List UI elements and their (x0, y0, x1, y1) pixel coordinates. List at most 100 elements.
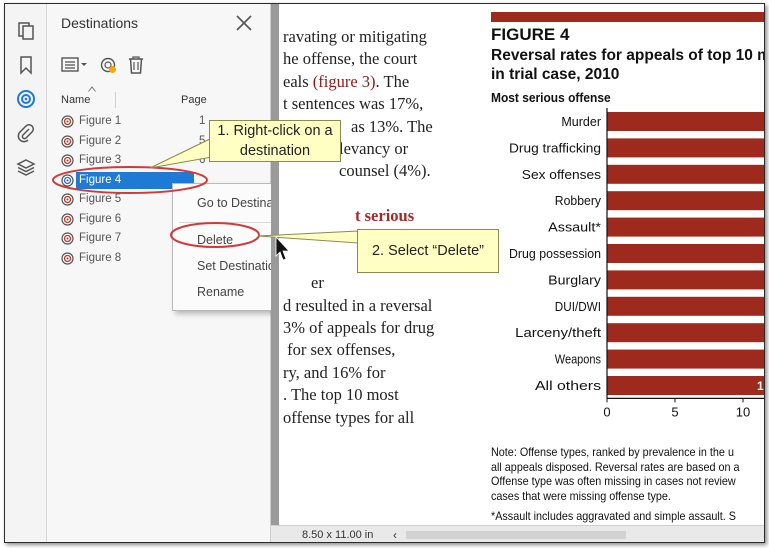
figure-axis-label: Most serious offense (491, 90, 611, 105)
category-label: DUI/DWI (555, 299, 601, 314)
category-label: Sex offenses (522, 167, 602, 182)
destination-icon (61, 251, 74, 265)
horizontal-scrollbar[interactable] (406, 531, 626, 539)
section-heading: t serious (355, 206, 415, 226)
destination-icon (61, 134, 74, 148)
options-menu-button[interactable] (61, 54, 89, 76)
layers-icon[interactable] (13, 154, 39, 180)
destination-name: Figure 6 (79, 212, 122, 225)
figure-subtitle-line: in trial case, 2010 (491, 66, 620, 83)
text-line: counsel (4%). (339, 161, 431, 181)
text-line: for sex offenses, (283, 340, 396, 360)
destination-page: 6 (199, 154, 206, 166)
note-line: Offense type was often missing in cases … (491, 474, 736, 489)
bar-drug-possession (607, 244, 764, 263)
figure-subtitle-line: Reversal rates for appeals of top 10 m (491, 47, 765, 64)
bookmark-icon[interactable] (13, 52, 39, 78)
text-line (283, 183, 483, 205)
options-icon (61, 57, 87, 72)
destination-name: Figure 8 (79, 251, 122, 264)
category-label: Murder (561, 114, 601, 129)
x-tick-label: 10 (736, 404, 750, 419)
bar-sex-offenses (607, 164, 764, 184)
column-header-page[interactable]: Page (181, 94, 207, 106)
text-line: ry, and 16% for (283, 362, 386, 382)
text-line: d resulted in a reversal (283, 295, 433, 315)
bar-murder (607, 112, 764, 131)
delete-destination-button[interactable] (127, 54, 145, 76)
bar-burglary (607, 270, 764, 290)
new-destination-icon (100, 57, 116, 73)
attachment-icon[interactable] (13, 120, 39, 146)
text-line: . The top 10 most (283, 385, 399, 405)
destination-icon (61, 173, 74, 187)
destination-name: Figure 1 (79, 115, 122, 127)
figure-title: FIGURE 4 (491, 25, 570, 44)
panel-title: Destinations (61, 15, 139, 31)
destination-name: Figure 5 (79, 193, 122, 205)
text-line: ravating or mitigating (283, 27, 427, 46)
text-fragment: eals (283, 71, 313, 91)
text-line: er (311, 273, 324, 293)
text-line: eals (figure 3). The (283, 71, 483, 93)
category-label: All others (535, 378, 602, 393)
category-label: Weapons (555, 352, 602, 367)
bar-assault (607, 217, 764, 237)
note-line: cases that were missing offense type. (491, 488, 671, 503)
callout-step-1: 1. Right-click on a destination (209, 120, 341, 162)
bar-drug-trafficking (607, 138, 764, 158)
menu-item-delete[interactable]: Delete (197, 233, 233, 247)
destination-name: Figure 2 (79, 134, 122, 147)
text-fragment: . The (375, 71, 410, 91)
destination-page: 5 (199, 134, 206, 147)
figure-link[interactable]: (figure 3) (313, 72, 376, 91)
document-page: ravating or mitigating he offense, the c… (271, 4, 765, 525)
x-tick-label: 0 (603, 404, 610, 419)
destination-icon (61, 193, 74, 206)
close-icon[interactable] (235, 14, 253, 32)
bar-all-others (607, 376, 764, 395)
data-label: 12 (757, 379, 765, 393)
bar-weapons (607, 349, 764, 369)
new-destination-button[interactable] (99, 54, 117, 76)
category-label: Larceny/theft (515, 325, 601, 340)
destination-name: Figure 4 (79, 173, 122, 186)
bar-dui-dwi (607, 296, 764, 316)
destination-name: Figure 3 (79, 154, 122, 166)
pages-icon[interactable] (13, 18, 39, 44)
text-line: t sentences was 17%, (283, 94, 424, 114)
text-line: he offense, the court (283, 49, 418, 69)
scroll-left-icon[interactable]: ‹ (393, 528, 397, 542)
destination-name: Figure 7 (79, 232, 122, 244)
destination-page: 1 (199, 115, 206, 127)
text-line: 3% of appeals for drug (283, 318, 435, 338)
column-header-name[interactable]: Name (61, 94, 90, 106)
category-label: Robbery (555, 193, 602, 208)
menu-item-set-destination[interactable]: Set Destination (197, 259, 282, 273)
note-line: all appeals disposed. Reversal rates are… (491, 459, 740, 474)
status-bar: 8.50 x 11.00 in ‹ (271, 525, 764, 542)
callout-step-2: 2. Select “Delete” (357, 229, 499, 273)
menu-item-rename[interactable]: Rename (197, 285, 244, 299)
bar-robbery (607, 191, 764, 211)
body-text-column: ravating or mitigating he offense, the c… (283, 26, 483, 429)
category-label: Burglary (548, 272, 601, 287)
x-tick-label: 5 (671, 404, 678, 419)
destination-icon (61, 154, 74, 167)
document-view[interactable]: ravating or mitigating he offense, the c… (271, 4, 765, 542)
page-gutter (271, 4, 279, 525)
trash-icon (129, 56, 143, 74)
text-line: offense types for all (283, 407, 415, 427)
destination-icon (61, 212, 74, 226)
category-label: Drug trafficking (509, 140, 601, 155)
column-divider[interactable] (115, 92, 116, 108)
acrobat-window: Destinations Name Page Figure 1 1 Figure… (4, 3, 765, 543)
category-label: Drug possession (509, 246, 601, 261)
destination-icon (61, 232, 74, 245)
figure-note: Note: Offense types, ranked by prevalenc… (491, 445, 752, 503)
destinations-icon[interactable] (13, 86, 39, 112)
panel-toolbar (61, 54, 145, 76)
figure-subtitle: Reversal rates for appeals of top 10 m i… (491, 46, 765, 84)
navigation-rail (5, 4, 47, 542)
destination-icon (61, 115, 74, 128)
